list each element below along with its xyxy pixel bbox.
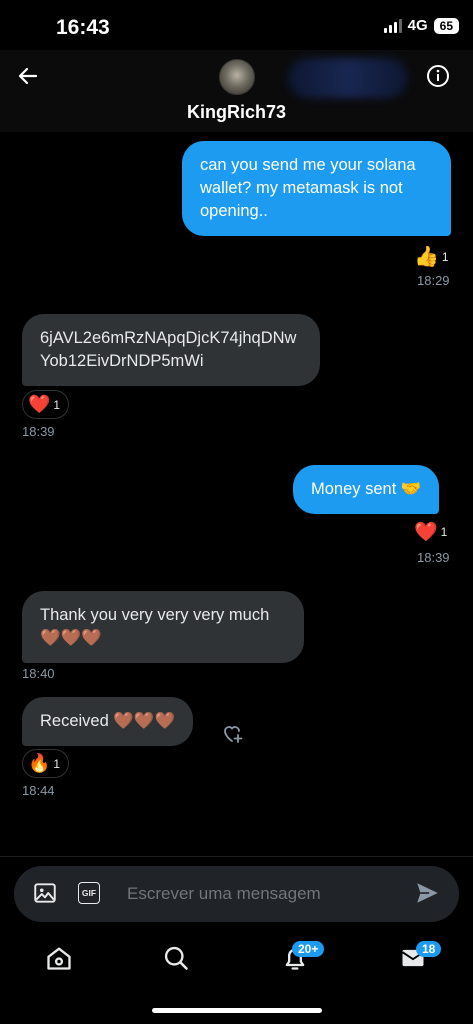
fire-icon: 🔥 <box>28 753 51 773</box>
message-input[interactable]: Escrever uma mensagem <box>127 884 321 904</box>
message-time: 18:29 <box>417 273 450 288</box>
thumbs-up-icon: 👍 <box>414 246 439 268</box>
info-icon[interactable] <box>426 64 450 88</box>
gif-icon[interactable]: GIF <box>78 882 100 904</box>
search-icon[interactable] <box>162 944 190 972</box>
blurred-region <box>288 58 408 98</box>
message-bubble-received[interactable]: Received 🤎🤎🤎 <box>22 697 194 746</box>
send-icon[interactable] <box>414 880 440 906</box>
reaction-count: 1 <box>440 525 448 539</box>
heart-icon: ❤️ <box>28 394 51 414</box>
reaction-count: 1 <box>441 249 449 264</box>
reaction[interactable]: ❤️ 1 <box>414 520 447 544</box>
reaction[interactable]: 🔥 1 <box>22 749 70 778</box>
message-bubble-received[interactable]: Thank you very very very much 🤎🤎🤎 <box>22 591 304 663</box>
message-time: 18:39 <box>417 550 450 565</box>
signal-icon <box>383 18 402 33</box>
message-bubble-sent[interactable]: can you send me your solana wallet? my m… <box>182 141 451 236</box>
home-icon[interactable] <box>45 944 73 972</box>
divider <box>0 856 473 857</box>
reaction-count: 1 <box>53 397 61 412</box>
battery-badge: 65 <box>433 17 459 34</box>
message-time: 18:39 <box>22 424 55 439</box>
messages-badge: 18 <box>416 941 442 957</box>
notifications-badge: 20+ <box>292 941 325 957</box>
reaction[interactable]: 👍 1 <box>414 244 449 269</box>
message-bubble-sent[interactable]: Money sent 🤝 <box>293 465 440 514</box>
conversation-title[interactable]: KingRich73 <box>0 102 473 123</box>
message-time: 18:44 <box>22 783 55 798</box>
avatar[interactable] <box>219 59 255 95</box>
add-reaction-icon[interactable] <box>220 721 244 745</box>
status-indicators: 4G 65 <box>383 17 459 34</box>
status-time: 16:43 <box>56 16 110 39</box>
network-type: 4G <box>407 17 428 34</box>
message-time: 18:40 <box>22 666 55 681</box>
home-indicator <box>152 1008 322 1013</box>
heart-icon: ❤️ <box>414 522 438 543</box>
image-icon[interactable] <box>32 880 58 906</box>
message-composer[interactable]: GIF Escrever uma mensagem <box>14 866 459 922</box>
reaction[interactable]: ❤️ 1 <box>22 390 70 419</box>
message-bubble-received[interactable]: 6jAVL2e6mRzNApqDjcK74jhqDNwYob12EivDrNDP… <box>22 314 320 386</box>
reaction-count: 1 <box>53 756 61 771</box>
back-arrow-icon[interactable] <box>16 64 40 88</box>
